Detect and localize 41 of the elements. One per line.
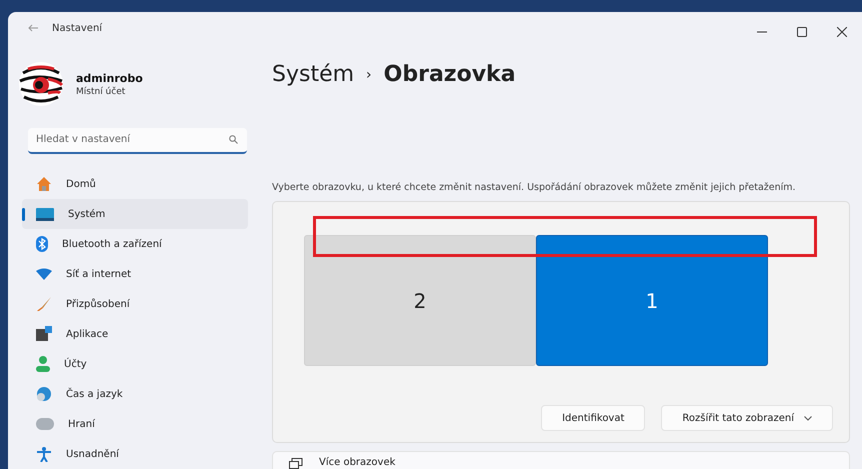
window-title: Nastavení — [52, 22, 102, 34]
monitors-icon — [289, 457, 303, 469]
sidebar-item[interactable]: Usnadnění — [22, 439, 248, 469]
wifi-icon — [36, 268, 52, 280]
sidebar-item[interactable]: Domů — [22, 169, 248, 199]
display-tile[interactable]: 1 — [536, 235, 768, 366]
sidebar-item[interactable]: Přizpůsobení — [22, 289, 248, 319]
breadcrumb-link[interactable]: Systém — [272, 62, 354, 87]
account-type: Místní účet — [76, 86, 126, 96]
person-icon — [36, 356, 50, 372]
page-title: Obrazovka — [384, 62, 516, 87]
brush-icon — [36, 296, 52, 312]
settings-card[interactable]: Více obrazovek — [272, 451, 850, 469]
selection-indicator — [22, 208, 25, 221]
search-icon — [229, 135, 238, 144]
display-tile[interactable]: 2 — [304, 235, 536, 366]
display-mode-dropdown[interactable]: Rozšířit tato zobrazení — [661, 405, 833, 431]
sidebar-item[interactable]: Systém — [22, 199, 248, 229]
sidebar-item[interactable]: Síť a internet — [22, 259, 248, 289]
sidebar-item[interactable]: Hraní — [22, 409, 248, 439]
avatar-icon — [18, 61, 64, 107]
account-name: adminrobo — [76, 72, 143, 84]
sidebar-item[interactable]: Čas a jazyk — [22, 379, 248, 409]
search-field[interactable]: Hledat v nastavení — [28, 128, 247, 154]
accessibility-icon — [36, 446, 52, 462]
identify-button[interactable]: Identifikovat — [541, 405, 646, 431]
gamepad-icon — [36, 418, 54, 430]
breadcrumb-separator: › — [366, 66, 372, 82]
maximize-icon — [797, 27, 807, 37]
section-title: Více obrazovek — [319, 457, 396, 468]
bluetooth-icon — [36, 236, 48, 252]
sidebar-item[interactable]: Bluetooth a zařízení — [22, 229, 248, 259]
monitor-icon — [36, 208, 54, 220]
sidebar-item[interactable]: Účty — [22, 349, 248, 379]
apps-icon — [36, 326, 52, 342]
sidebar-item[interactable]: Aplikace — [22, 319, 248, 349]
chevron-down-icon — [804, 416, 812, 420]
description-text: Vyberte obrazovku, u které chcete změnit nastavení. Uspořádání obrazovek můžete změnit jejich přetažením. — [272, 182, 797, 193]
close-icon — [837, 27, 847, 37]
globe-clock-icon — [36, 386, 52, 402]
home-icon — [36, 176, 52, 192]
